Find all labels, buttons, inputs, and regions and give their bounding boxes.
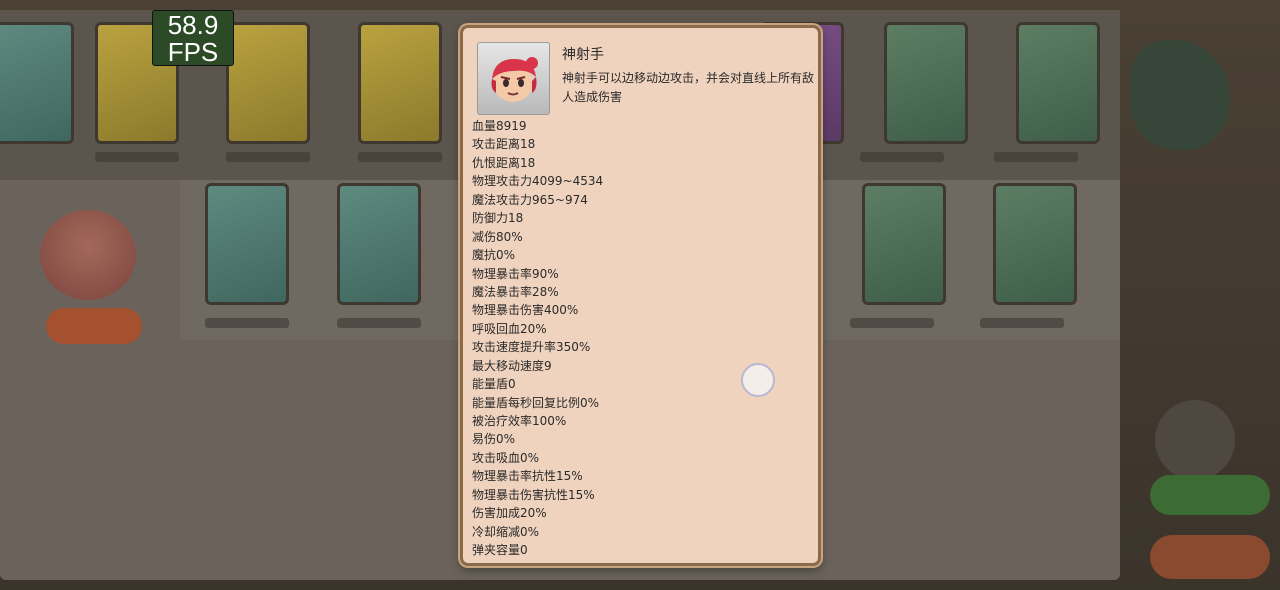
fps-unit: FPS [167, 37, 219, 67]
background-card[interactable] [862, 183, 946, 305]
archer-portrait-svg [491, 57, 538, 102]
stat-magic-attack: 魔法攻击力965~974 [472, 192, 588, 207]
stat-attack-range: 攻击距离18 [472, 137, 536, 152]
archer-portrait-icon [477, 42, 550, 115]
background-card[interactable] [226, 22, 310, 144]
stat-lifesteal: 攻击吸血0% [472, 450, 540, 465]
stat-hp: 血量8919 [472, 119, 527, 133]
stat-defense: 防御力18 [472, 211, 524, 226]
background-card-label [994, 152, 1078, 162]
stat-vulnerability: 易伤0% [472, 432, 516, 447]
stat-physical-attack: 物理攻击力4099~4534 [472, 174, 604, 189]
hero-info-popup: 神射手 神射手可以边移动边攻击，并会对直线上所有敌人造成伤害 血量8919 攻击… [460, 25, 821, 566]
stat-magazine-capacity: 弹夹容量0 [472, 543, 528, 558]
background-card-label [337, 318, 421, 328]
background-card[interactable] [884, 22, 968, 144]
touch-cursor-icon [741, 363, 775, 397]
background-card-label [980, 318, 1064, 328]
stat-move-speed: 最大移动速度9 [472, 358, 552, 373]
background-card-label [850, 318, 934, 328]
background-card[interactable] [358, 22, 442, 144]
background-orange-button[interactable] [1150, 535, 1270, 579]
fps-counter: 58.9 FPS [152, 10, 234, 66]
background-card[interactable] [337, 183, 421, 305]
stat-cooldown-reduction: 冷却缩减0% [472, 524, 540, 539]
background-card-label [95, 152, 179, 162]
hero-stats-list: 血量8919 攻击距离18 仇恨距离18 物理攻击力4099~4534 魔法攻击… [472, 117, 603, 560]
background-green-button[interactable] [1150, 475, 1270, 515]
stat-heal-efficiency: 被治疗效率100% [472, 414, 567, 428]
stat-crit-damage-resist: 物理暴击伤害抗性15% [472, 487, 595, 502]
fps-value: 58.9 [167, 10, 219, 40]
stat-energy-shield: 能量盾0 [472, 377, 516, 392]
stat-magic-crit-rate: 魔法暴击率28% [472, 284, 559, 299]
background-hero-portrait [40, 210, 136, 300]
stat-magic-resist: 魔抗0% [472, 248, 516, 263]
background-card-label [358, 152, 442, 162]
stat-damage-reduction: 减伤80% [472, 229, 523, 244]
stat-physical-crit-rate: 物理暴击率90% [472, 266, 559, 281]
stat-aggro-range: 仇恨距离18 [472, 155, 536, 170]
stat-attack-speed: 攻击速度提升率350% [472, 340, 591, 355]
background-card[interactable] [205, 183, 289, 305]
background-play-button[interactable] [1155, 400, 1235, 480]
game-screen: 58.9 FPS 神射手 神射手可以边移动边攻击，并会对直线上所有敌人造成伤害 … [0, 0, 1280, 590]
hero-name: 神射手 [562, 47, 604, 63]
stat-physical-crit-damage: 物理暴击伤害400% [472, 303, 579, 318]
hero-description: 神射手可以边移动边攻击，并会对直线上所有敌人造成伤害 [562, 71, 815, 104]
background-card-label [226, 152, 310, 162]
background-card[interactable] [1016, 22, 1100, 144]
stat-damage-bonus: 伤害加成20% [472, 506, 547, 521]
background-side-decoration [1130, 40, 1230, 150]
stat-shield-regen: 能量盾每秒回复比例0% [472, 395, 600, 410]
background-card[interactable] [0, 22, 74, 144]
background-card-label [860, 152, 944, 162]
background-card[interactable] [993, 183, 1077, 305]
stat-regen: 呼吸回血20% [472, 321, 547, 336]
background-card-label [205, 318, 289, 328]
stat-crit-rate-resist: 物理暴击率抗性15% [472, 469, 583, 484]
background-red-button[interactable] [46, 308, 142, 344]
